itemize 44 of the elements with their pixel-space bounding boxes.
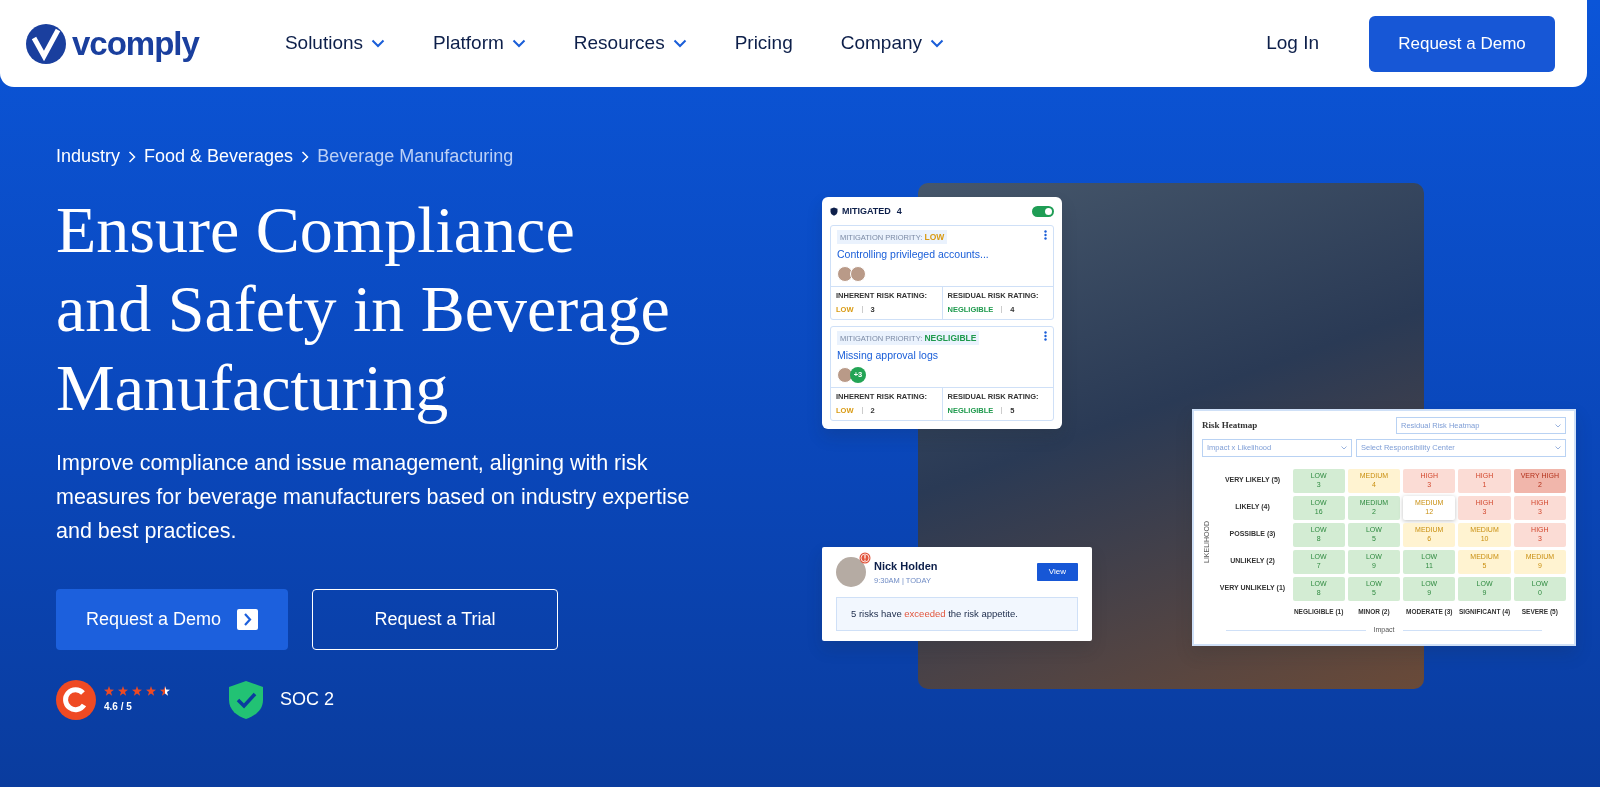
chevron-down-icon — [1555, 445, 1561, 450]
card-title: MITIGATED — [842, 205, 891, 218]
shield-icon — [830, 207, 838, 217]
request-demo-button[interactable]: Request a Demo — [1369, 15, 1555, 72]
alert-message: 5 risks have exceeded the risk appetite. — [836, 597, 1078, 632]
logo-icon — [24, 21, 68, 66]
star-icon — [104, 685, 114, 696]
arrow-right-icon — [237, 608, 259, 630]
count-text: 4 — [896, 205, 902, 218]
alert-icon — [859, 552, 871, 564]
logo-text: vcomply — [72, 23, 199, 64]
breadcrumb-link[interactable]: Food & Beverages — [144, 143, 294, 170]
chevron-right-icon — [301, 150, 310, 163]
more-vertical-icon — [1044, 330, 1047, 341]
star-icon — [146, 685, 156, 696]
risk-title-link[interactable]: Missing approval logs — [837, 348, 1047, 364]
hero-heading: Ensure Compliance and Safety in Beverage Manufacturing — [56, 192, 671, 427]
hero-description: Improve compliance and issue management, aligning with risk measures for beverage manufacturers based on industry expertise and best practices. — [56, 449, 691, 546]
rating-text: 4.6 / 5 — [104, 699, 133, 714]
star-icon — [118, 685, 128, 696]
risk-title-link[interactable]: Controlling privileged accounts... — [837, 247, 1047, 263]
nav-link[interactable]: Platform — [433, 29, 526, 58]
request-demo-button[interactable]: Request a Demo — [56, 588, 289, 650]
nav-link[interactable]: Company — [840, 29, 945, 58]
toggle-switch[interactable] — [1032, 206, 1054, 218]
g2-logo-icon — [56, 679, 96, 720]
more-vertical-icon — [1044, 229, 1047, 240]
person-name: Nick Holden — [874, 559, 938, 575]
view-button[interactable]: View — [1036, 563, 1078, 581]
star-icon — [132, 685, 142, 696]
nav-link[interactable]: Solutions — [284, 29, 386, 58]
nav-link[interactable]: Resources — [573, 29, 687, 58]
request-trial-button[interactable]: Request a Trial — [312, 588, 559, 650]
heatmap-title: Risk Heatmap — [1202, 418, 1258, 432]
star-icon — [160, 685, 170, 696]
certification-label: SOC 2 — [280, 688, 335, 712]
chevron-down-icon — [1555, 423, 1561, 428]
chevron-down-icon — [1341, 445, 1347, 450]
breadcrumb-link[interactable]: Industry — [56, 143, 121, 170]
nav-link[interactable]: Pricing — [734, 29, 793, 58]
login-link[interactable]: Log In — [1266, 29, 1319, 58]
shield-check-icon — [228, 679, 264, 720]
chevron-right-icon — [128, 150, 137, 163]
avatar — [836, 557, 866, 587]
